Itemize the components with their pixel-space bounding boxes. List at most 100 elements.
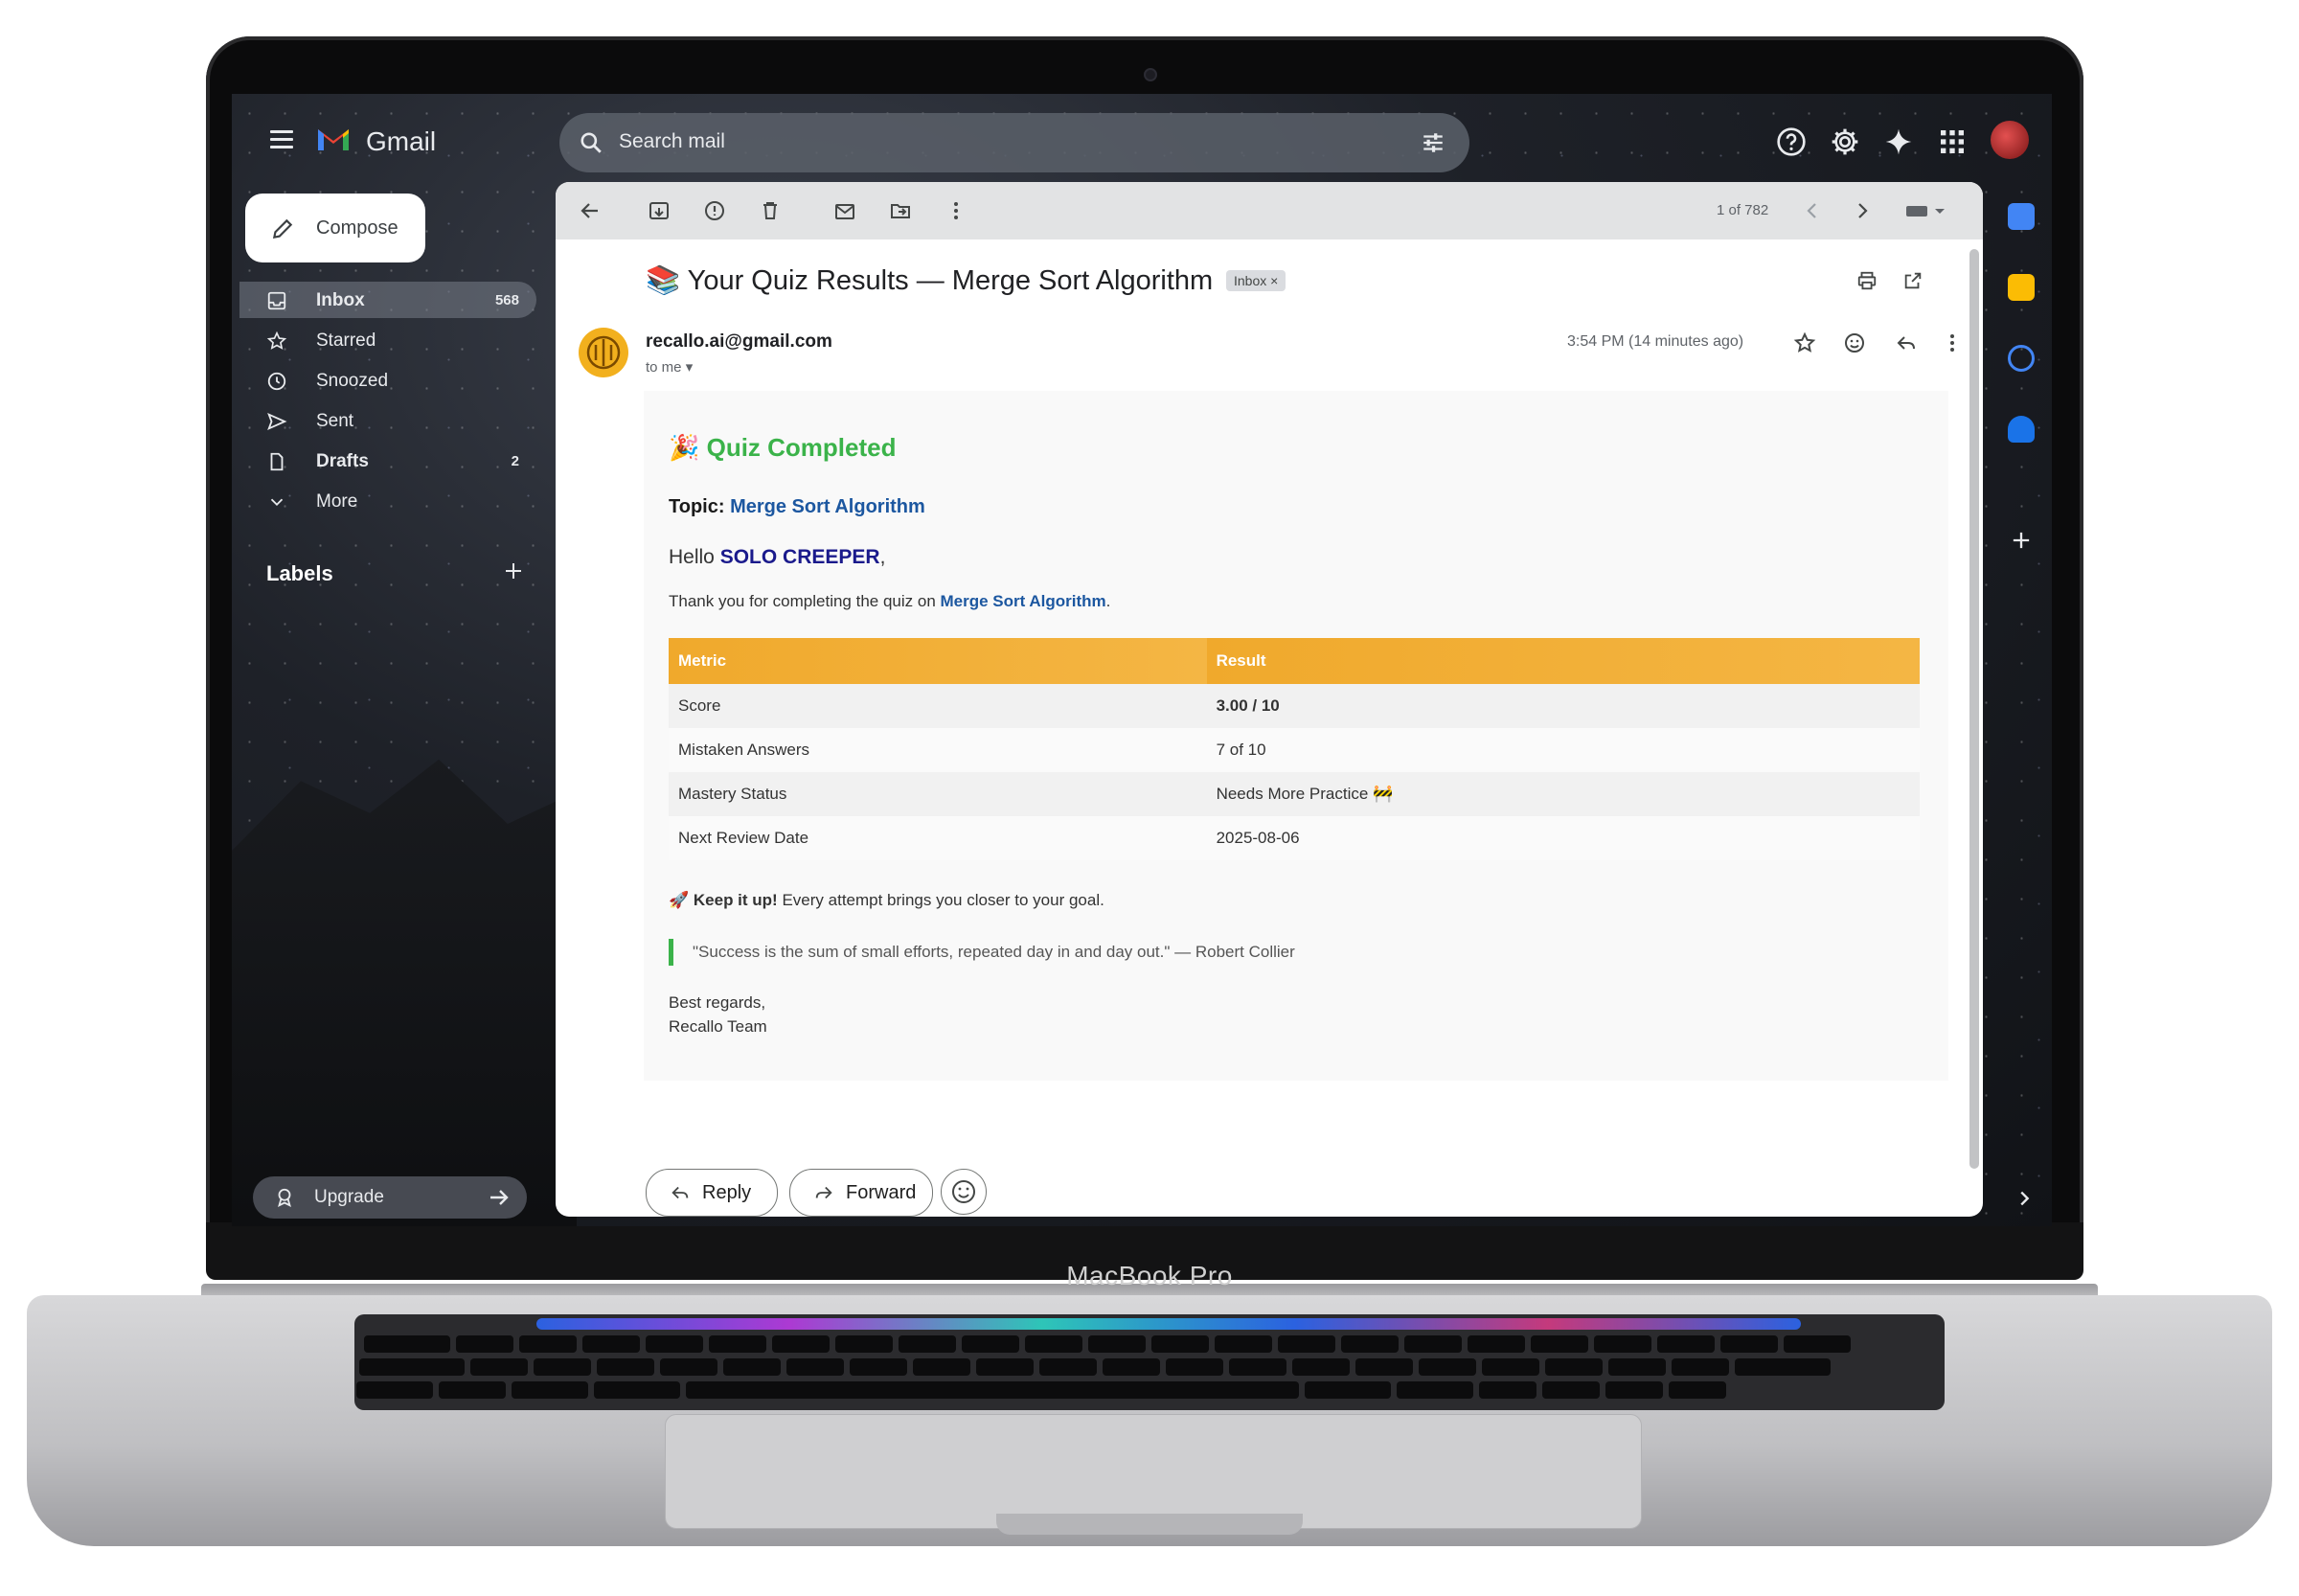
brand-label: MacBook Pro bbox=[1066, 1261, 1233, 1290]
encouragement-line: 🚀 Keep it up! Every attempt brings you c… bbox=[669, 891, 1104, 910]
results-table: Metric Result Score 3.00 / 10 Mistaken A… bbox=[669, 638, 1920, 860]
chevron-left-icon[interactable] bbox=[1801, 199, 1824, 222]
inbox-icon bbox=[267, 291, 286, 310]
add-reaction-icon[interactable] bbox=[1843, 331, 1866, 354]
quote-block: "Success is the sum of small efforts, re… bbox=[669, 939, 1295, 966]
reply-icon[interactable] bbox=[1895, 331, 1918, 354]
emoji-reaction-button[interactable] bbox=[941, 1169, 987, 1215]
compose-label: Compose bbox=[316, 217, 398, 239]
table-row: Next Review Date 2025-08-06 bbox=[669, 816, 1920, 860]
email-subject: 📚 Your Quiz Results — Merge Sort Algorit… bbox=[646, 265, 1214, 296]
report-spam-icon[interactable] bbox=[703, 199, 726, 222]
mark-unread-icon[interactable] bbox=[833, 199, 856, 222]
keep-app-icon[interactable] bbox=[2008, 274, 2035, 301]
result-cell: 2025-08-06 bbox=[1206, 816, 1920, 860]
sender-email[interactable]: recallo.ai@gmail.com bbox=[646, 331, 832, 353]
encouragement-bold: 🚀 Keep it up! bbox=[669, 891, 778, 909]
more-vert-icon[interactable] bbox=[945, 199, 967, 222]
encouragement-text: Every attempt brings you closer to your … bbox=[777, 891, 1104, 909]
print-icon[interactable] bbox=[1856, 270, 1878, 291]
table-header: Metric bbox=[669, 638, 1207, 684]
add-label-icon[interactable] bbox=[502, 559, 525, 582]
move-to-icon[interactable] bbox=[889, 199, 912, 222]
chevron-down-icon bbox=[270, 498, 284, 507]
sidebar-item-label: Inbox bbox=[316, 290, 365, 310]
recipient-name: SOLO CREEPER bbox=[719, 546, 880, 568]
sidebar-item-inbox[interactable]: Inbox 568 bbox=[239, 282, 536, 318]
table-row: Mastery Status Needs More Practice 🚧 bbox=[669, 772, 1920, 816]
sidebar-item-drafts[interactable]: Drafts 2 bbox=[239, 443, 536, 479]
reply-label: Reply bbox=[702, 1182, 752, 1203]
key-row bbox=[359, 1358, 1831, 1376]
touch-bar bbox=[536, 1318, 1801, 1330]
add-addon-icon[interactable] bbox=[2008, 527, 2035, 554]
webcam bbox=[1144, 68, 1157, 81]
help-icon[interactable] bbox=[1776, 126, 1807, 157]
gemini-sparkle-icon[interactable] bbox=[1883, 126, 1914, 157]
greeting: Hello SOLO CREEPER, bbox=[669, 546, 885, 569]
key-row bbox=[364, 1335, 1851, 1353]
account-avatar[interactable] bbox=[1991, 121, 2029, 159]
recipient-line[interactable]: to me ▾ bbox=[646, 358, 693, 376]
forward-button[interactable]: Forward bbox=[789, 1169, 933, 1217]
delete-trash-icon[interactable] bbox=[759, 199, 782, 222]
sender-avatar[interactable] bbox=[579, 328, 628, 377]
main-menu-icon[interactable] bbox=[270, 130, 293, 149]
more-vert-icon[interactable] bbox=[1941, 331, 1964, 354]
message-timestamp: 3:54 PM (14 minutes ago) bbox=[1567, 333, 1744, 350]
thanks-line: Thank you for completing the quiz on Mer… bbox=[669, 592, 1110, 611]
forward-label: Forward bbox=[846, 1182, 917, 1203]
chevron-down-icon: ▾ bbox=[685, 359, 694, 376]
send-icon bbox=[267, 412, 287, 431]
reply-button[interactable]: Reply bbox=[646, 1169, 778, 1217]
metric-cell: Next Review Date bbox=[669, 816, 1207, 860]
screen: Gmail Search mail Compose Inbox 568 Star… bbox=[232, 94, 2052, 1226]
topic-line: Topic: Merge Sort Algorithm bbox=[669, 496, 925, 518]
search-icon[interactable] bbox=[579, 130, 603, 155]
brain-logo-icon bbox=[586, 335, 621, 370]
thanks-end: . bbox=[1105, 592, 1111, 610]
search-options-icon[interactable] bbox=[1420, 130, 1446, 155]
back-arrow-icon[interactable] bbox=[579, 199, 602, 222]
reply-icon bbox=[671, 1186, 689, 1199]
sidebar-item-starred[interactable]: Starred bbox=[239, 322, 536, 358]
upgrade-button[interactable]: Upgrade bbox=[253, 1176, 527, 1219]
settings-gear-icon[interactable] bbox=[1830, 126, 1860, 157]
archive-icon[interactable] bbox=[648, 199, 671, 222]
calendar-app-icon[interactable] bbox=[2008, 203, 2035, 230]
metric-cell: Mastery Status bbox=[669, 772, 1207, 816]
input-tools-icon[interactable] bbox=[1904, 199, 1948, 222]
thanks-topic: Merge Sort Algorithm bbox=[940, 592, 1106, 610]
apps-grid-icon[interactable] bbox=[1937, 126, 1968, 157]
key-row bbox=[356, 1381, 1726, 1399]
open-new-window-icon[interactable] bbox=[1902, 270, 1923, 291]
sidebar-item-more[interactable]: More bbox=[239, 483, 536, 519]
signoff: Best regards, Recallo Team bbox=[669, 991, 767, 1038]
clock-icon bbox=[267, 372, 286, 391]
arrow-right-icon bbox=[490, 1190, 509, 1205]
draft-icon bbox=[270, 452, 284, 471]
table-header: Result bbox=[1206, 638, 1920, 684]
result-cell: Needs More Practice 🚧 bbox=[1206, 772, 1920, 816]
result-cell: 7 of 10 bbox=[1206, 728, 1920, 772]
gmail-logo-icon[interactable] bbox=[316, 125, 351, 153]
scrollbar[interactable] bbox=[1969, 249, 1979, 1169]
compose-button[interactable]: Compose bbox=[245, 194, 425, 262]
inbox-label-chip[interactable]: Inbox × bbox=[1226, 270, 1286, 291]
sidebar-item-label: Snoozed bbox=[316, 371, 389, 391]
recipient-label: to me bbox=[646, 359, 682, 376]
metric-cell: Score bbox=[669, 684, 1207, 728]
tasks-app-icon[interactable] bbox=[2008, 345, 2035, 372]
contacts-app-icon[interactable] bbox=[2008, 416, 2035, 443]
search-input[interactable]: Search mail bbox=[619, 130, 725, 153]
sidebar-item-sent[interactable]: Sent bbox=[239, 402, 536, 439]
award-icon bbox=[278, 1188, 291, 1208]
search-bar[interactable]: Search mail bbox=[559, 113, 1469, 172]
chevron-right-icon[interactable] bbox=[2014, 1188, 2035, 1209]
star-icon[interactable] bbox=[1793, 331, 1816, 354]
pencil-icon bbox=[272, 218, 293, 239]
sidebar-item-snoozed[interactable]: Snoozed bbox=[239, 362, 536, 399]
trackpad bbox=[665, 1414, 1642, 1529]
unread-count: 568 bbox=[494, 292, 519, 308]
chevron-right-icon[interactable] bbox=[1851, 199, 1874, 222]
